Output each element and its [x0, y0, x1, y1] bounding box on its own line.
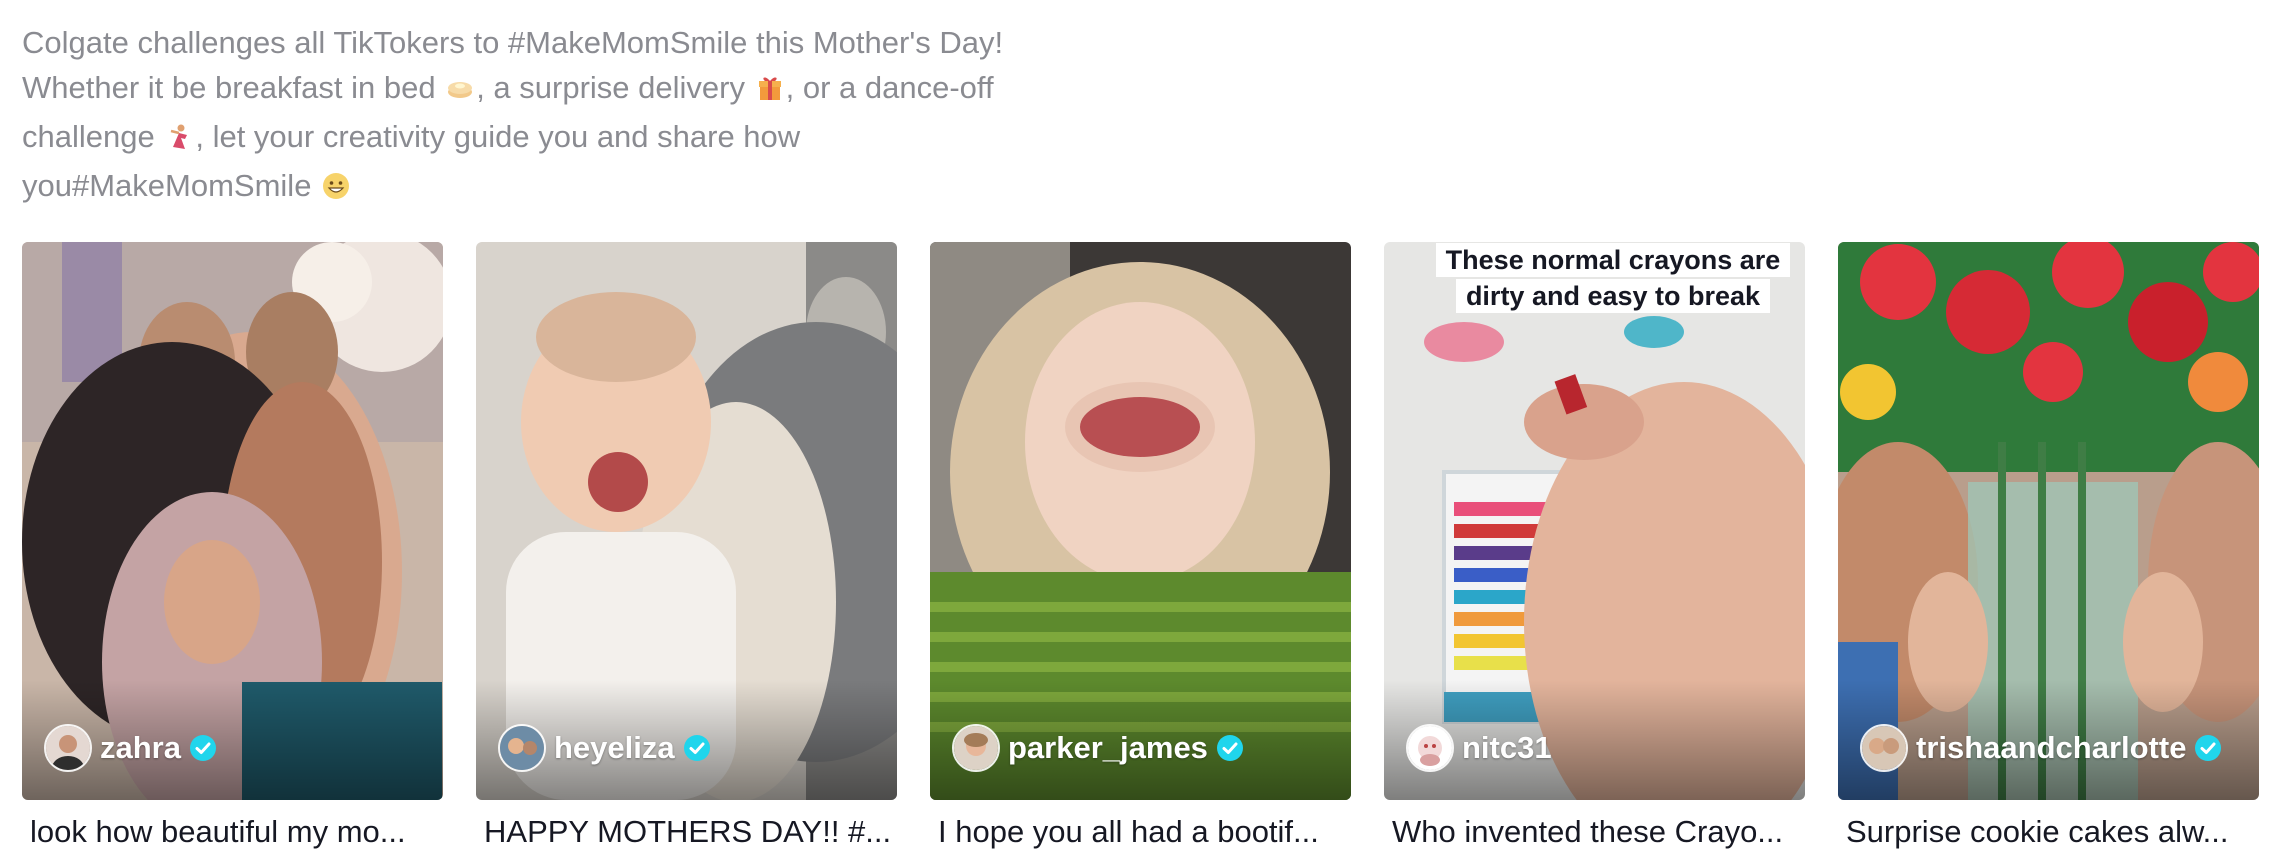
- verified-badge-icon: [2195, 735, 2222, 761]
- video-thumbnail[interactable]: These normal crayons are dirty and easy …: [1384, 242, 1805, 800]
- author-name[interactable]: heyeliza: [554, 730, 675, 766]
- verified-badge-icon: [683, 735, 710, 761]
- author-link[interactable]: nitc31: [1406, 724, 1552, 772]
- description-line-1: Colgate challenges all TikTokers to #Mak…: [22, 25, 1004, 60]
- video-thumbnail[interactable]: zahra: [22, 242, 443, 800]
- video-card[interactable]: trishaandcharlotte Surprise cookie cakes…: [1838, 242, 2259, 850]
- video-caption[interactable]: Surprise cookie cakes alw...: [1838, 814, 2259, 850]
- description-line-3: challenge , let your creativity guide yo…: [22, 114, 1082, 163]
- video-caption[interactable]: look how beautiful my mo...: [22, 814, 443, 850]
- video-thumbnail[interactable]: parker_james: [930, 242, 1351, 800]
- verified-badge-icon: [189, 735, 216, 761]
- video-caption[interactable]: HAPPY MOTHERS DAY!! #...: [476, 814, 897, 850]
- avatar[interactable]: [498, 724, 546, 772]
- dancer-icon: [165, 118, 193, 163]
- description-line-2: Whether it be breakfast in bed , a surpr…: [22, 65, 1082, 114]
- avatar[interactable]: [1406, 724, 1454, 772]
- video-card[interactable]: heyeliza HAPPY MOTHERS DAY!! #...: [476, 242, 897, 850]
- gift-icon: [756, 69, 784, 114]
- video-card[interactable]: zahra look how beautiful my mo...: [22, 242, 443, 850]
- author-link[interactable]: heyeliza: [498, 724, 711, 772]
- author-link[interactable]: trishaandcharlotte: [1860, 724, 2222, 772]
- grinning-face-icon: [322, 167, 350, 212]
- avatar[interactable]: [952, 724, 1000, 772]
- video-grid: zahra look how beautiful my mo... heyeli…: [22, 242, 2262, 850]
- author-name[interactable]: nitc31: [1462, 730, 1552, 766]
- video-overlay-text: These normal crayons are dirty and easy …: [1418, 242, 1805, 314]
- avatar[interactable]: [44, 724, 92, 772]
- video-caption[interactable]: Who invented these Crayo...: [1384, 814, 1805, 850]
- verified-badge-icon: [1216, 735, 1243, 761]
- author-link[interactable]: parker_james: [952, 724, 1244, 772]
- video-card[interactable]: These normal crayons are dirty and easy …: [1384, 242, 1805, 850]
- video-thumbnail[interactable]: trishaandcharlotte: [1838, 242, 2259, 800]
- avatar[interactable]: [1860, 724, 1908, 772]
- pancakes-icon: [446, 69, 474, 114]
- description-line-4: you#MakeMomSmile: [22, 163, 1082, 212]
- video-card[interactable]: parker_james I hope you all had a bootif…: [930, 242, 1351, 850]
- author-link[interactable]: zahra: [44, 724, 217, 772]
- author-name[interactable]: trishaandcharlotte: [1916, 730, 2186, 766]
- challenge-description: Colgate challenges all TikTokers to #Mak…: [22, 20, 1082, 212]
- video-caption[interactable]: I hope you all had a bootif...: [930, 814, 1351, 850]
- video-thumbnail[interactable]: heyeliza: [476, 242, 897, 800]
- author-name[interactable]: parker_james: [1008, 730, 1208, 766]
- author-name[interactable]: zahra: [100, 730, 181, 766]
